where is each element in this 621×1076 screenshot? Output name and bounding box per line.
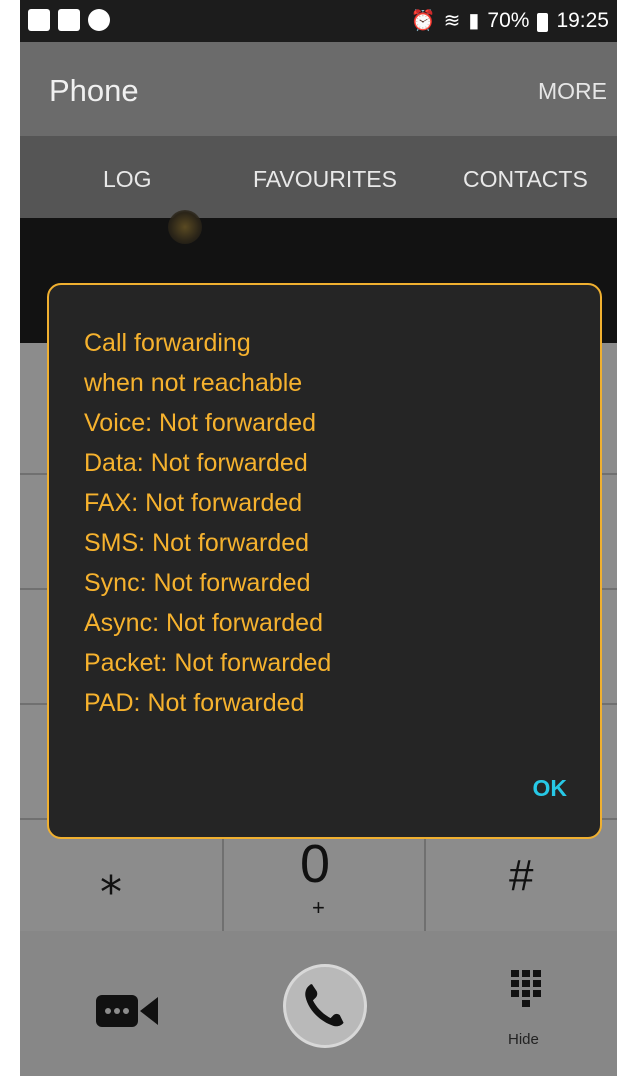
status-right-icons: ⏰ ≋ ▮ 70% 19:25 <box>411 8 609 33</box>
status-bar: ⏰ ≋ ▮ 70% 19:25 <box>20 0 617 42</box>
dialog-line: Voice: Not forwarded <box>84 409 317 437</box>
phone-icon <box>305 984 344 1027</box>
dialog-line: Call forwarding <box>84 329 251 357</box>
dialog-line: PAD: Not forwarded <box>84 689 305 717</box>
gallery-icon <box>28 9 50 31</box>
key-zero-plus: + <box>312 895 325 920</box>
battery-icon <box>537 13 549 32</box>
more-button[interactable]: MORE <box>538 78 607 105</box>
dialog-line: SMS: Not forwarded <box>84 529 310 557</box>
app-bar: Phone MORE <box>20 42 617 136</box>
wifi-icon: ≋ <box>443 10 461 32</box>
page-title: Phone <box>49 73 139 108</box>
key-zero[interactable]: 0 <box>300 833 330 895</box>
dialog-line: Data: Not forwarded <box>84 449 308 477</box>
dialpad-icon[interactable] <box>511 970 541 1016</box>
dialog-line: Packet: Not forwarded <box>84 649 332 677</box>
messenger-icon <box>88 9 110 31</box>
phone-screen: ⏰ ≋ ▮ 70% 19:25 Phone MORE LOG FAVOURITE… <box>20 0 617 1076</box>
tab-favourites[interactable]: FAVOURITES <box>253 166 397 193</box>
hide-dialpad-label[interactable]: Hide <box>508 1031 539 1048</box>
dialog-message: Call forwarding when not reachable Voice… <box>84 323 331 723</box>
tab-bar: LOG FAVOURITES CONTACTS <box>20 136 617 218</box>
status-left-icons <box>28 9 110 31</box>
battery-percent: 70% <box>487 8 530 32</box>
key-hash[interactable]: # <box>509 851 533 901</box>
tab-contacts[interactable]: CONTACTS <box>463 166 588 193</box>
dialog-line: Async: Not forwarded <box>84 609 323 637</box>
tab-log[interactable]: LOG <box>103 166 152 193</box>
background-glow <box>168 210 202 244</box>
dialog-line: when not reachable <box>84 369 303 397</box>
alarm-icon: ⏰ <box>410 10 436 32</box>
signal-icon: ▮ <box>468 10 480 32</box>
video-call-icon[interactable] <box>96 991 158 1031</box>
call-forwarding-dialog: Call forwarding when not reachable Voice… <box>47 283 602 839</box>
dialog-line: Sync: Not forwarded <box>84 569 311 597</box>
status-time: 19:25 <box>556 8 609 32</box>
ok-button[interactable]: OK <box>533 775 568 802</box>
dialog-line: FAX: Not forwarded <box>84 489 303 517</box>
key-star[interactable]: ⁎ <box>100 853 122 904</box>
call-button[interactable] <box>283 964 367 1048</box>
photo-sync-icon <box>58 9 80 31</box>
